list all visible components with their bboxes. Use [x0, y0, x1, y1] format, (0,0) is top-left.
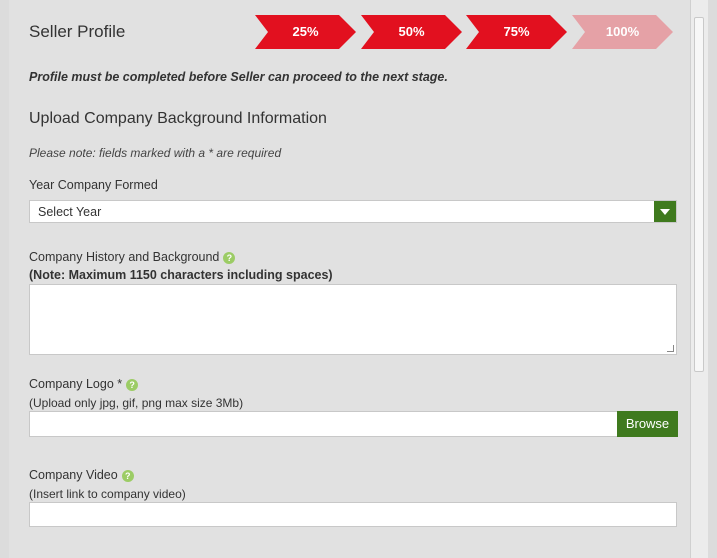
history-note: (Note: Maximum 1150 characters including…	[29, 268, 333, 282]
progress-step-label: 75%	[503, 24, 530, 39]
progress-step-25: 25%	[255, 15, 356, 49]
chevron-down-icon[interactable]	[654, 201, 676, 222]
video-label-row: Company Video?	[29, 468, 134, 482]
scrollbar[interactable]	[690, 0, 708, 558]
help-icon[interactable]: ?	[223, 251, 236, 264]
help-icon[interactable]: ?	[126, 378, 139, 391]
resize-handle[interactable]	[667, 345, 674, 352]
required-note: Please note: fields marked with a * are …	[29, 146, 282, 160]
video-label: Company Video	[29, 468, 118, 482]
browse-button[interactable]: Browse	[617, 411, 678, 437]
scrollbar-thumb[interactable]	[694, 17, 704, 372]
history-label-row: Company History and Background?	[29, 250, 236, 264]
history-textarea[interactable]	[29, 284, 677, 355]
history-label: Company History and Background	[29, 250, 220, 264]
progress-step-label: 100%	[605, 24, 640, 39]
logo-label-row: Company Logo *?	[29, 377, 139, 391]
progress-step-label: 25%	[292, 24, 319, 39]
video-note: (Insert link to company video)	[29, 487, 186, 501]
help-icon[interactable]: ?	[121, 469, 134, 482]
progress-step-50: 50%	[361, 15, 462, 49]
logo-label: Company Logo *	[29, 377, 123, 391]
section-heading: Upload Company Background Information	[29, 110, 327, 127]
page-title: Seller Profile	[29, 22, 126, 41]
progress-step-75: 75%	[466, 15, 567, 49]
progress-step-100: 100%	[572, 15, 673, 49]
year-formed-value: Select Year	[38, 205, 102, 219]
logo-file-input[interactable]	[29, 411, 618, 437]
year-formed-select[interactable]: Select Year	[29, 200, 677, 223]
video-link-input[interactable]	[29, 502, 677, 527]
year-formed-label: Year Company Formed	[29, 178, 158, 192]
logo-note: (Upload only jpg, gif, png max size 3Mb)	[29, 396, 244, 410]
progress-step-label: 50%	[398, 24, 425, 39]
completion-notice: Profile must be completed before Seller …	[29, 70, 448, 84]
